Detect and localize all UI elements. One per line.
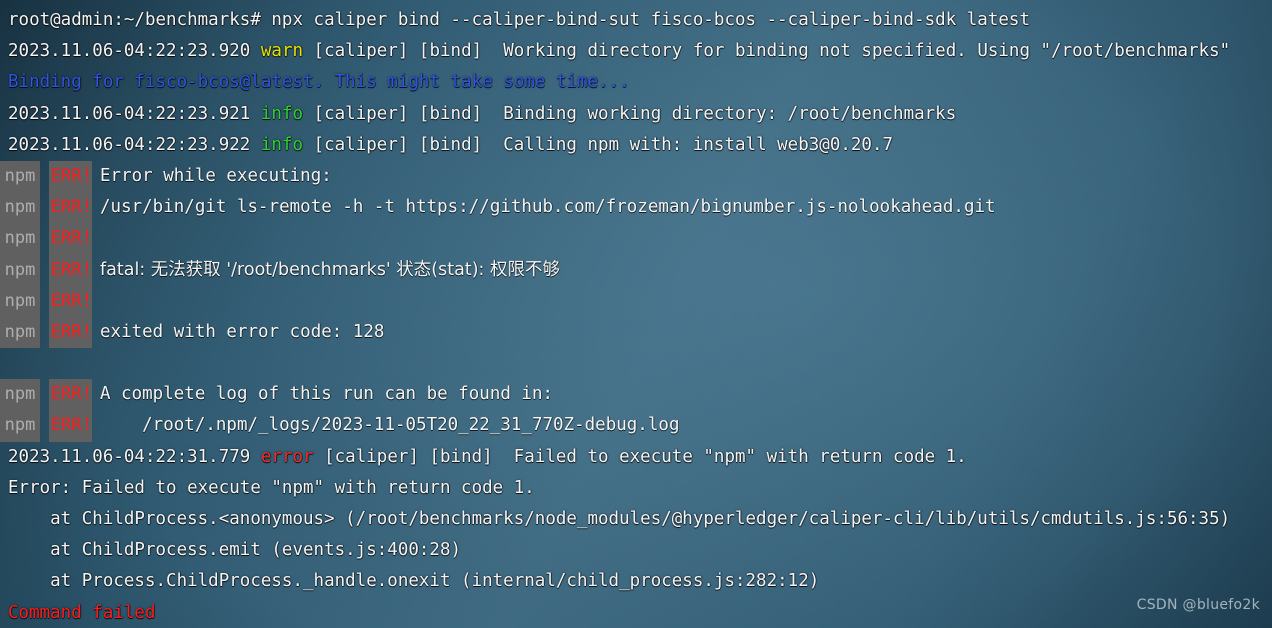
npm-error-message: /usr/bin/git ls-remote -h -t https://git… — [100, 197, 996, 218]
log-level-info: info — [260, 103, 304, 124]
log-space — [250, 36, 261, 67]
log-space — [250, 442, 261, 473]
log-level-error: error — [260, 446, 314, 467]
terminal-line-blank — [0, 348, 1272, 379]
npm-err-label: ERR! — [49, 223, 92, 255]
log-message: [caliper] [bind] Failed to execute "npm"… — [313, 446, 967, 467]
log-message: [caliper] [bind] Working directory for b… — [303, 41, 1231, 62]
terminal-line-npm-error: npm ERR! A complete log of this run can be… — [0, 379, 1272, 411]
prompt-command-text: root@admin:~/benchmarks# npx caliper bin… — [8, 10, 1030, 30]
npm-prefix-label: npm — [0, 316, 40, 349]
log-timestamp: 2023.11.06-04:22:23.920 — [8, 41, 251, 62]
npm-prefix-gap — [40, 410, 49, 441]
npm-error-message — [92, 286, 100, 317]
npm-error-message — [92, 223, 100, 254]
npm-prefix-gap — [40, 379, 49, 410]
log-timestamp: 2023.11.06-04:22:31.779 — [8, 446, 251, 467]
npm-prefix-label: npm — [0, 410, 40, 442]
terminal-log-line: 2023.11.06-04:22:31.779 error [caliper] … — [0, 442, 1272, 473]
log-timestamp: 2023.11.06-04:22:23.921 — [8, 103, 251, 124]
terminal-log-line: 2023.11.06-04:22:23.921 info [caliper] [… — [0, 99, 1272, 130]
npm-err-label: ERR! — [49, 410, 92, 442]
terminal-line-npm-error: npm ERR! — [0, 223, 1272, 255]
npm-prefix-label: npm — [0, 285, 40, 317]
npm-prefix-label: npm — [0, 254, 40, 286]
terminal-text-line: Command failed — [0, 598, 1272, 628]
log-space — [250, 99, 261, 130]
npm-prefix-gap — [40, 317, 49, 348]
npm-prefix-label: npm — [0, 379, 40, 411]
npm-err-label: ERR! — [49, 285, 92, 317]
terminal-prompt-line: root@admin:~/benchmarks# npx caliper bin… — [0, 5, 1272, 36]
npm-error-message: Error while executing: — [100, 165, 332, 186]
terminal-window[interactable]: root@admin:~/benchmarks# npx caliper bin… — [0, 0, 1272, 628]
terminal-text-line: at ChildProcess.emit (events.js:400:28) — [0, 535, 1272, 566]
npm-prefix-gap — [40, 223, 49, 254]
log-level-info: info — [260, 134, 304, 155]
terminal-line-npm-error: npm ERR! Error while executing: — [0, 160, 1272, 193]
csdn-watermark: CSDN @bluefo2k — [1136, 596, 1260, 613]
terminal-text: at ChildProcess.<anonymous> (/root/bench… — [8, 509, 1231, 529]
log-message: [caliper] [bind] Binding working directo… — [303, 103, 957, 124]
terminal-text-line: Error: Failed to execute "npm" with retu… — [0, 473, 1272, 504]
terminal-line-npm-error: npm ERR! /usr/bin/git ls-remote -h -t http… — [0, 192, 1272, 224]
npm-error-message: A complete log of this run can be found … — [100, 384, 554, 405]
log-timestamp: 2023.11.06-04:22:23.922 — [8, 134, 251, 155]
log-space — [250, 130, 261, 161]
log-message: [caliper] [bind] Calling npm with: insta… — [303, 134, 894, 155]
terminal-text: Command failed — [8, 602, 156, 623]
terminal-text-line: at Process.ChildProcess._handle.onexit (… — [0, 566, 1272, 597]
npm-prefix-gap — [40, 192, 49, 223]
terminal-text-line: at ChildProcess.<anonymous> (/root/bench… — [0, 504, 1272, 535]
terminal-log-line: 2023.11.06-04:22:23.920 warn [caliper] [… — [0, 36, 1272, 67]
log-level-warn: warn — [260, 41, 304, 62]
npm-prefix-gap — [40, 286, 49, 317]
terminal-text: Error: Failed to execute "npm" with retu… — [8, 477, 535, 498]
terminal-text: at Process.ChildProcess._handle.onexit (… — [8, 571, 820, 592]
terminal-line-npm-error: npm ERR! — [0, 285, 1272, 317]
npm-error-message: exited with error code: 128 — [100, 321, 385, 342]
terminal-text-line: Binding for fisco-bcos@latest. This migh… — [0, 67, 1272, 98]
blank-line-text — [0, 348, 19, 379]
npm-err-label: ERR! — [49, 316, 92, 349]
terminal-output: root@admin:~/benchmarks# npx caliper bin… — [0, 0, 1272, 628]
npm-error-message: /root/.npm/_logs/2023-11-05T20_22_31_770… — [100, 415, 680, 436]
npm-prefix-gap — [40, 161, 49, 192]
terminal-text: Binding for fisco-bcos@latest. This migh… — [8, 72, 630, 93]
npm-err-label: ERR! — [49, 379, 92, 411]
terminal-log-line: 2023.11.06-04:22:23.922 info [caliper] [… — [0, 130, 1272, 161]
npm-err-label: ERR! — [49, 254, 92, 286]
npm-prefix-label: npm — [0, 160, 40, 193]
npm-error-message: fatal: 无法获取 '/root/benchmarks' 状态(stat):… — [100, 259, 560, 280]
terminal-line-npm-error: npm ERR! fatal: 无法获取 '/root/benchmarks' 状态… — [0, 254, 1272, 286]
npm-prefix-gap — [40, 255, 49, 286]
npm-err-label: ERR! — [49, 160, 92, 193]
terminal-line-npm-error: npm ERR! exited with error code: 128 — [0, 316, 1272, 349]
terminal-line-npm-error: npm ERR! /root/.npm/_logs/2023-11-05T20_2… — [0, 410, 1272, 442]
npm-prefix-label: npm — [0, 192, 40, 224]
npm-prefix-label: npm — [0, 223, 40, 255]
terminal-text: at ChildProcess.emit (events.js:400:28) — [8, 540, 462, 561]
npm-err-label: ERR! — [49, 192, 92, 224]
